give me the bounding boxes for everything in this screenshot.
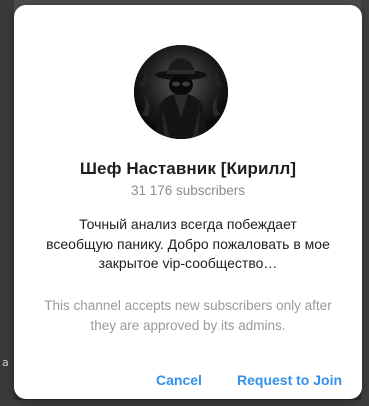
join-channel-dialog: Шеф Наставник [Кирилл] 31 176 subscriber…	[14, 5, 362, 399]
channel-avatar	[134, 45, 228, 139]
backdrop-bottom-edge	[0, 400, 369, 406]
subscriber-count: 31 176 subscribers	[130, 183, 246, 198]
backdrop-edge-glyph: a	[2, 356, 9, 369]
hooded-figure-icon	[134, 45, 228, 139]
request-to-join-button[interactable]: Request to Join	[231, 368, 348, 392]
cancel-button[interactable]: Cancel	[150, 368, 208, 392]
approval-note: This channel accepts new subscribers onl…	[44, 298, 332, 333]
channel-description: Точный анализ всегда побеждает всеобщую …	[46, 216, 330, 271]
channel-title: Шеф Наставник [Кирилл]	[79, 159, 297, 178]
backdrop-right-edge	[361, 0, 369, 406]
